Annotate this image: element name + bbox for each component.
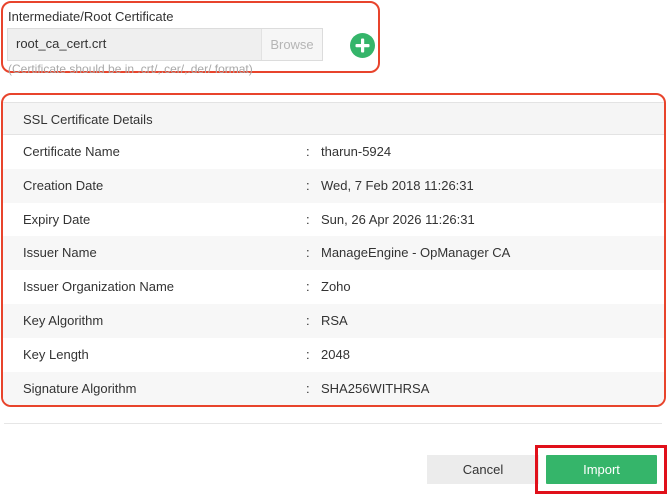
detail-value: tharun-5924 [321,144,392,159]
certificate-format-hint: (Certificate should be in .crt/,.cer/,.d… [8,62,253,76]
detail-separator: : [306,380,310,396]
detail-label: Key Length [23,346,89,362]
detail-separator: : [306,245,310,261]
ssl-certificate-details-panel: SSL Certificate Details Certificate Name… [1,93,666,407]
cancel-button[interactable]: Cancel [427,455,539,484]
certificate-file-field[interactable]: root_ca_cert.crt Browse [7,28,323,61]
detail-row-expiry-date: Expiry Date : Sun, 26 Apr 2026 11:26:31 [3,203,664,237]
certificate-upload-section: Intermediate/Root Certificate root_ca_ce… [1,1,380,76]
ssl-certificate-import-dialog: Intermediate/Root Certificate root_ca_ce… [0,0,671,496]
import-button[interactable]: Import [546,455,657,484]
details-panel-title: SSL Certificate Details [3,102,664,135]
detail-label: Issuer Name [23,245,97,261]
browse-button[interactable]: Browse [261,29,322,60]
detail-separator: : [306,177,310,193]
detail-label: Creation Date [23,177,104,193]
add-certificate-button[interactable] [350,33,375,58]
certificate-file-name[interactable]: root_ca_cert.crt [8,29,261,60]
detail-value: ManageEngine - OpManager CA [321,245,511,261]
detail-separator: : [306,279,310,295]
detail-row-signature-algorithm: Signature Algorithm : SHA256WITHRSA [3,371,664,405]
detail-value: Sun, 26 Apr 2026 11:26:31 [321,211,475,227]
footer-divider [4,423,662,424]
detail-label: Signature Algorithm [23,380,137,396]
detail-value: 2048 [321,346,350,362]
detail-label: Issuer Organization Name [23,279,175,295]
detail-label: Key Algorithm [23,312,104,328]
detail-row-issuer-name: Issuer Name : ManageEngine - OpManager C… [3,236,664,271]
detail-row-key-length: Key Length : 2048 [3,338,664,372]
detail-row-issuer-organization: Issuer Organization Name : Zoho [3,270,664,304]
detail-row-key-algorithm: Key Algorithm : RSA [3,303,664,338]
detail-separator: : [306,346,310,362]
detail-row-certificate-name: Certificate Name : tharun-5924 [3,135,664,169]
detail-value: Wed, 7 Feb 2018 11:26:31 [321,177,474,193]
detail-label: Expiry Date [23,211,91,227]
plus-circle-icon [355,38,370,53]
detail-value: SHA256WITHRSA [321,380,430,396]
detail-separator: : [306,211,310,227]
detail-value: RSA [321,312,348,328]
certificate-label: Intermediate/Root Certificate [8,9,174,24]
details-table: Certificate Name : tharun-5924 Creation … [3,135,664,405]
detail-value: Zoho [321,279,351,295]
detail-separator: : [306,312,310,328]
detail-row-creation-date: Creation Date : Wed, 7 Feb 2018 11:26:31 [3,168,664,203]
detail-label: Certificate Name [23,144,120,159]
detail-separator: : [306,144,310,159]
